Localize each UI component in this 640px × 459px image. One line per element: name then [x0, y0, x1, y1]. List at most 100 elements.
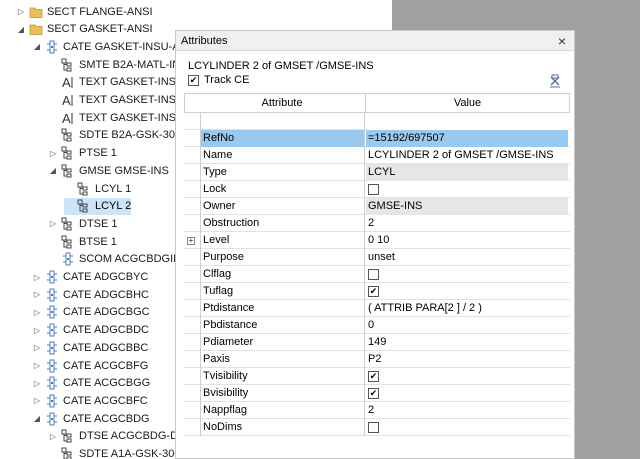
- attribute-row-purpose[interactable]: Purpose unset: [184, 249, 570, 266]
- tree-item-btse[interactable]: BTSE 1: [48, 233, 117, 250]
- attribute-value[interactable]: 2: [366, 215, 568, 232]
- attribute-row-bvisibility[interactable]: Bvisibility ✔: [184, 385, 570, 402]
- attribute-value[interactable]: 0: [366, 317, 568, 334]
- tree-item-cate1[interactable]: ▷ CATE ADGCBYC: [32, 269, 148, 286]
- tree-item-dtse[interactable]: ▷ DTSE 1: [48, 215, 118, 232]
- expand-icon[interactable]: ▷: [16, 7, 26, 17]
- tree-item-text1[interactable]: A TEXT GASKET-INSU: [48, 74, 184, 91]
- tree-item-cate8[interactable]: ▷ CATE ACGCBFC: [32, 392, 148, 409]
- tree-item-gmse[interactable]: ◢ GMSE GMSE-INS: [48, 162, 169, 179]
- attribute-row-nappflag[interactable]: Nappflag 2: [184, 402, 570, 419]
- tree-item-dtse2[interactable]: ▷ DTSE ACGCBDG-DT: [48, 428, 185, 445]
- track-ce-checkbox[interactable]: ✔: [188, 74, 199, 86]
- collapse-icon[interactable]: ◢: [32, 42, 42, 52]
- tree-item-flange[interactable]: ▷ SECT FLANGE-ANSI: [16, 3, 153, 20]
- attribute-row-owner[interactable]: Owner GMSE-INS: [184, 198, 570, 215]
- tuflag-checkbox[interactable]: ✔: [368, 286, 379, 297]
- tree-item-lcyl1[interactable]: LCYL 1: [64, 180, 131, 197]
- tree-item-label: CATE ACGCBFC: [63, 394, 148, 407]
- attribute-row-pdiameter[interactable]: Pdiameter 149: [184, 334, 570, 351]
- hierarchy-icon: [77, 199, 88, 213]
- clflag-checkbox[interactable]: [368, 269, 379, 280]
- collapse-icon[interactable]: ◢: [16, 24, 26, 34]
- close-icon[interactable]: ×: [558, 33, 566, 49]
- category-icon: [47, 376, 57, 390]
- tree-item-sdte2[interactable]: SDTE A1A-GSK-300: [48, 446, 181, 459]
- attribute-row-clflag[interactable]: Clflag: [184, 266, 570, 283]
- tree-item-cate5[interactable]: ▷ CATE ADGCBBC: [32, 339, 148, 356]
- element-tree[interactable]: ▷ SECT FLANGE-ANSI ◢ SECT GASKET-ANSI ◢ CATE …: [0, 0, 200, 459]
- expand-icon[interactable]: ▷: [32, 307, 42, 317]
- attribute-row-type[interactable]: Type LCYL: [184, 164, 570, 181]
- tree-item-label: SECT GASKET-ANSI: [47, 23, 153, 36]
- tree-item-text3[interactable]: A TEXT GASKET-INSU: [48, 109, 184, 126]
- attribute-value[interactable]: unset: [366, 249, 568, 266]
- attribute-row-refno[interactable]: RefNo =15192/697507: [184, 130, 570, 147]
- collapse-icon[interactable]: ◢: [48, 166, 58, 176]
- attribute-value[interactable]: 0 10: [366, 232, 568, 249]
- expand-icon[interactable]: ▷: [32, 290, 42, 300]
- expand-icon[interactable]: ▷: [32, 396, 42, 406]
- attribute-value[interactable]: P2: [366, 351, 568, 368]
- tree-item-cate6[interactable]: ▷ CATE ACGCBFG: [32, 357, 148, 374]
- row-expand-cell[interactable]: +: [184, 232, 198, 249]
- expand-icon[interactable]: ▷: [32, 325, 42, 335]
- attribute-row-ptdistance[interactable]: Ptdistance( ATTRIB PARA[2 ] / 2 ): [184, 300, 570, 317]
- tree-item-cate7[interactable]: ▷ CATE ACGCBGG: [32, 375, 150, 392]
- attribute-row-lock[interactable]: Lock: [184, 181, 570, 198]
- expand-icon[interactable]: ▷: [48, 431, 58, 441]
- tree-item-cate4[interactable]: ▷ CATE ADGCBDC: [32, 322, 149, 339]
- attribute-value[interactable]: 149: [366, 334, 568, 351]
- tree-item-label: TEXT GASKET-INSU: [79, 94, 184, 106]
- attribute-row-nodims[interactable]: NoDims: [184, 419, 570, 436]
- tree-item-cate3[interactable]: ▷ CATE ADGCBGC: [32, 304, 150, 321]
- attribute-value[interactable]: ( ATTRIB PARA[2 ] / 2 ): [366, 300, 568, 317]
- track-ce-row[interactable]: ✔ Track CE: [188, 74, 249, 86]
- attribute-row-obstruction[interactable]: Obstruction 2: [184, 215, 570, 232]
- column-header-attribute[interactable]: Attribute: [199, 94, 366, 112]
- attribute-row-blank[interactable]: [184, 113, 570, 130]
- expand-icon[interactable]: ▷: [32, 361, 42, 371]
- pin-icon[interactable]: [548, 74, 562, 88]
- nodims-checkbox[interactable]: [368, 422, 379, 433]
- expand-icon[interactable]: ▷: [32, 343, 42, 353]
- attribute-row-pbdistance[interactable]: Pbdistance 0: [184, 317, 570, 334]
- attribute-value[interactable]: LCYLINDER 2 of GMSET /GMSE-INS: [366, 147, 568, 164]
- tree-item-scom[interactable]: SCOM ACGCBDGIN: [48, 251, 181, 268]
- hierarchy-icon: [61, 235, 72, 249]
- tree-item-text2[interactable]: A TEXT GASKET-INSU: [48, 92, 184, 109]
- attribute-row-tuflag[interactable]: Tuflag ✔: [184, 283, 570, 300]
- tvisibility-checkbox[interactable]: ✔: [368, 371, 379, 382]
- attribute-value[interactable]: 2: [366, 402, 568, 419]
- lock-checkbox[interactable]: [368, 184, 379, 195]
- tree-item-label: LCYL 1: [95, 182, 132, 195]
- plus-icon[interactable]: +: [187, 236, 195, 245]
- attribute-value-cell: ✔: [366, 385, 568, 402]
- tree-item-lcyl2[interactable]: LCYL 2: [64, 197, 132, 215]
- expand-icon[interactable]: ▷: [48, 148, 58, 158]
- tree-item-cate9[interactable]: ◢ CATE ACGCBDG: [32, 410, 150, 427]
- folder-icon: [29, 7, 43, 18]
- bvisibility-checkbox[interactable]: ✔: [368, 388, 379, 399]
- expand-icon[interactable]: ▷: [32, 378, 42, 388]
- tree-item-sdte[interactable]: SDTE B2A-GSK-300: [48, 127, 181, 144]
- tree-item-gasket[interactable]: ◢ SECT GASKET-ANSI: [16, 21, 153, 38]
- tree-item-smte[interactable]: SMTE B2A-MATL-IN: [48, 56, 180, 73]
- collapse-icon[interactable]: ◢: [32, 414, 42, 424]
- category-icon: [47, 288, 57, 302]
- expand-icon[interactable]: ▷: [48, 219, 58, 229]
- attribute-value[interactable]: [366, 113, 568, 130]
- attribute-row-tvisibility[interactable]: Tvisibility ✔: [184, 368, 570, 385]
- column-header-value[interactable]: Value: [366, 94, 569, 112]
- tree-item-cate2[interactable]: ▷ CATE ADGCBHC: [32, 286, 149, 303]
- attribute-row-paxis[interactable]: Paxis P2: [184, 351, 570, 368]
- tree-item-ptse[interactable]: ▷ PTSE 1: [48, 145, 117, 162]
- attribute-row-level[interactable]: + Level 0 10: [184, 232, 570, 249]
- tree-item-cate-gasket-insu[interactable]: ◢ CATE GASKET-INSU-AN: [32, 38, 187, 55]
- attribute-row-name[interactable]: Name LCYLINDER 2 of GMSET /GMSE-INS: [184, 147, 570, 164]
- attribute-value[interactable]: =15192/697507: [366, 130, 568, 147]
- svg-text:A: A: [62, 93, 71, 107]
- expand-icon[interactable]: ▷: [32, 272, 42, 282]
